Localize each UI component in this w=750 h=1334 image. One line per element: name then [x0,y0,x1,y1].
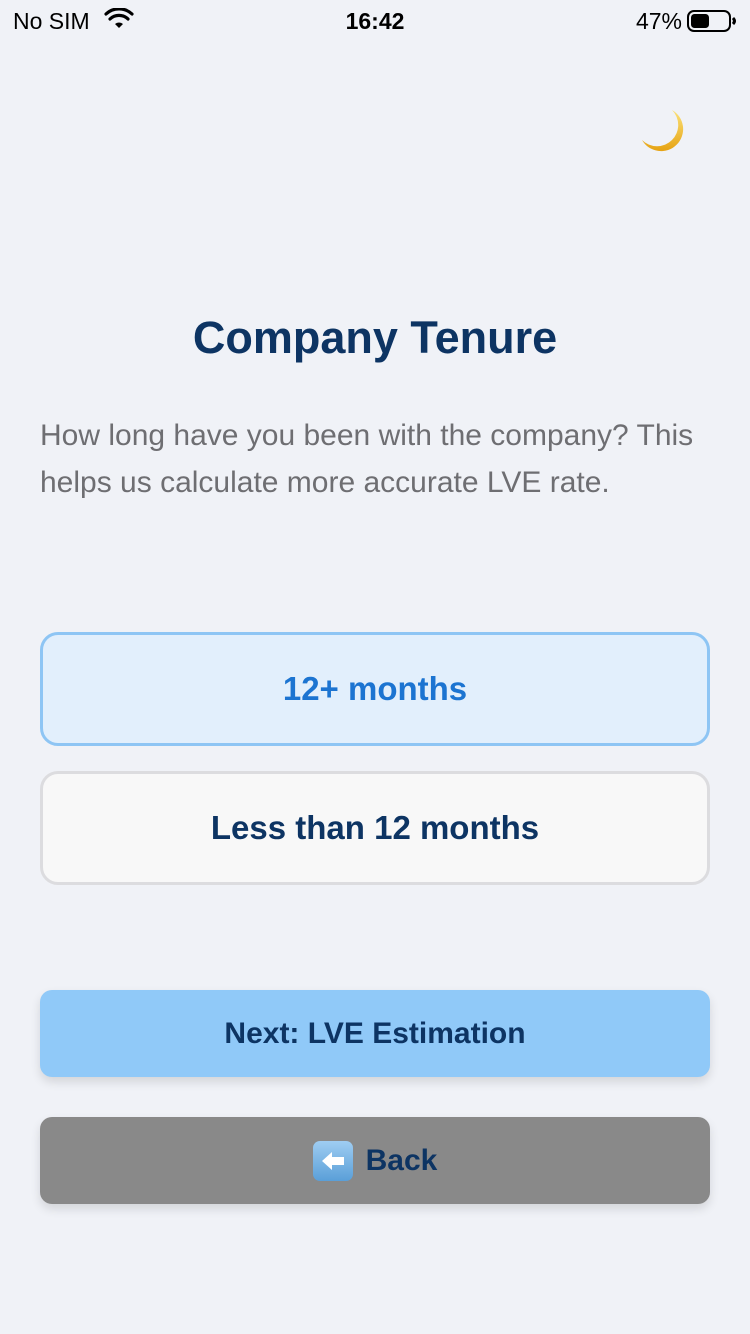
screen: No SIM 16:42 47% Company Tenure How long… [0,0,750,1334]
theme-toggle-button[interactable] [636,104,690,158]
back-button-label: Back [365,1143,438,1177]
option-12-plus-months[interactable]: 12+ months [40,632,710,746]
next-button[interactable]: Next: LVE Estimation [40,990,710,1077]
left-arrow-icon [312,1140,353,1181]
page-title: Company Tenure [192,312,558,363]
battery-icon [687,10,736,32]
option-label: Less than 12 months [210,809,540,846]
status-bar: No SIM 16:42 47% [0,0,750,40]
option-label: 12+ months [282,670,468,707]
back-button[interactable]: Back [40,1117,710,1204]
crescent-moon-icon [642,110,684,152]
next-button-label: Next: LVE Estimation [224,1016,526,1050]
battery-percentage: 47% [635,8,682,34]
option-less-than-12-months[interactable]: Less than 12 months [40,771,710,885]
page-description: How long have you been with the company?… [40,419,694,499]
